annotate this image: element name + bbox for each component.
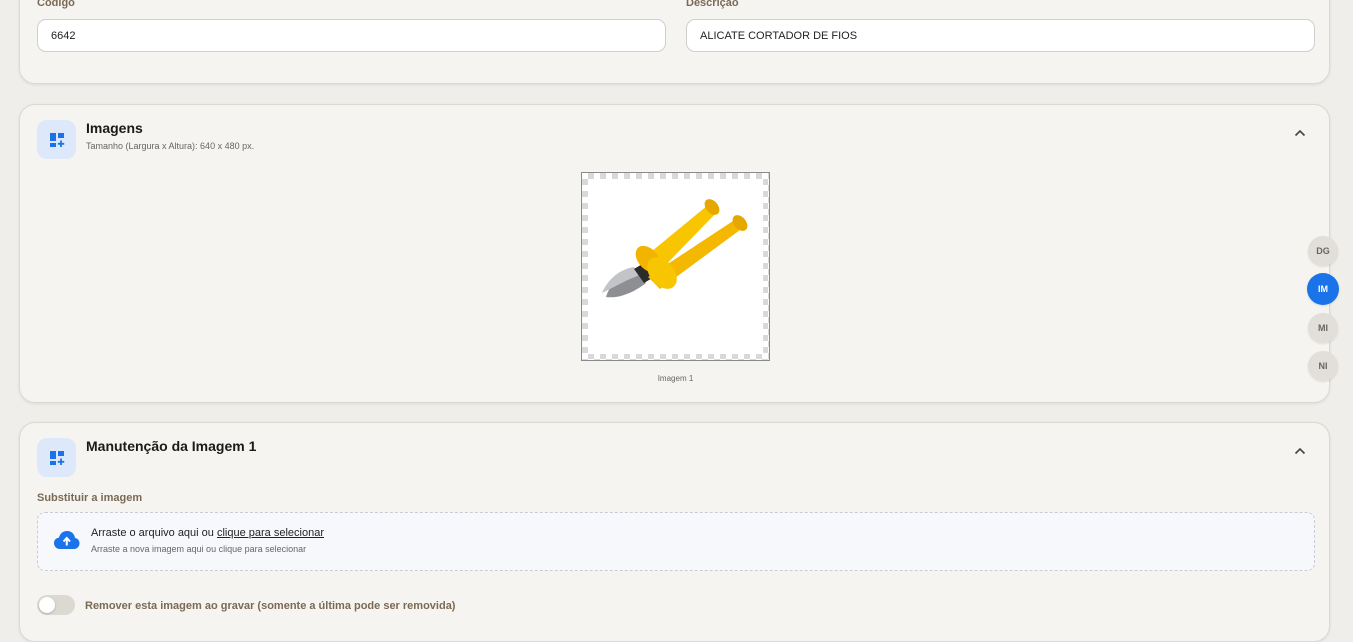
- images-subtitle: Tamanho (Largura x Altura): 640 x 480 px…: [86, 141, 255, 151]
- images-title: Imagens: [86, 120, 143, 136]
- image-thumbnail[interactable]: [581, 172, 770, 361]
- dropzone-subtext: Arraste a nova imagem aqui ou clique par…: [91, 544, 307, 554]
- general-card: Código Descrição: [19, 0, 1330, 84]
- remove-image-label: Remover esta imagem ao gravar (somente a…: [85, 600, 456, 612]
- chevron-up-icon[interactable]: [1290, 123, 1310, 143]
- dropzone-instruction: Arraste o arquivo aqui ou: [91, 527, 214, 539]
- remove-image-toggle[interactable]: [37, 595, 75, 615]
- descricao-input[interactable]: [686, 19, 1315, 52]
- maintenance-title: Manutenção da Imagem 1: [86, 438, 257, 454]
- dropzone-text: Arraste o arquivo aqui ou clique para se…: [91, 527, 324, 539]
- descricao-label: Descrição: [686, 0, 739, 9]
- codigo-label: Código: [37, 0, 75, 9]
- dashboard-add-icon: [37, 120, 76, 159]
- nav-dot-im[interactable]: IM: [1307, 273, 1339, 305]
- pliers-image: [588, 179, 763, 354]
- toggle-knob: [39, 597, 55, 613]
- select-file-link[interactable]: clique para selecionar: [217, 527, 324, 539]
- chevron-up-icon[interactable]: [1290, 441, 1310, 461]
- dashboard-add-icon: [37, 438, 76, 477]
- maintenance-card: Manutenção da Imagem 1 Substituir a imag…: [19, 422, 1330, 642]
- image-dropzone[interactable]: Arraste o arquivo aqui ou clique para se…: [37, 512, 1315, 571]
- nav-dot-mi[interactable]: MI: [1308, 313, 1338, 343]
- replace-image-label: Substituir a imagem: [37, 492, 143, 504]
- image-caption: Imagem 1: [657, 374, 694, 383]
- nav-dot-dg[interactable]: DG: [1308, 236, 1338, 266]
- codigo-input[interactable]: [37, 19, 666, 52]
- cloud-upload-icon: [53, 530, 80, 555]
- images-card: Imagens Tamanho (Largura x Altura): 640 …: [19, 104, 1330, 403]
- nav-dot-ni[interactable]: NI: [1308, 351, 1338, 381]
